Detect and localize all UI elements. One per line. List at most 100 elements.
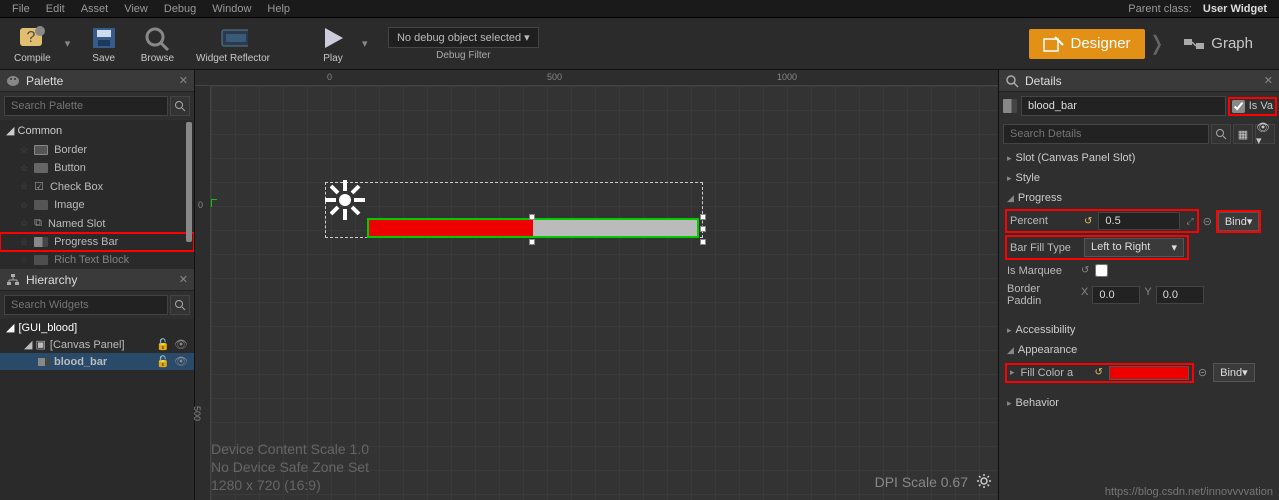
save-button[interactable]: Save bbox=[81, 22, 127, 66]
hierarchy-canvas-panel[interactable]: ◢ ▣ [Canvas Panel]🔓👁 bbox=[0, 336, 194, 353]
progress-bar-widget[interactable] bbox=[367, 218, 699, 238]
fill-type-select[interactable]: Left to Right▾ bbox=[1084, 238, 1184, 257]
hierarchy-root[interactable]: ◢ [GUI_blood] bbox=[0, 319, 194, 336]
palette-item-image[interactable]: ☆Image bbox=[0, 196, 194, 214]
guide-v bbox=[211, 199, 212, 207]
palette-close[interactable]: ✕ bbox=[179, 74, 188, 87]
viewport-footer: Device Content Scale 1.0 No Device Safe … bbox=[211, 440, 369, 494]
palette-group-common[interactable]: ◢ Common bbox=[0, 120, 194, 141]
hierarchy-blood-bar[interactable]: blood_bar🔓👁 bbox=[0, 353, 194, 370]
fill-color-reset[interactable]: ↺ bbox=[1095, 367, 1103, 378]
category-behavior[interactable]: Behavior bbox=[999, 393, 1279, 413]
palette-icon bbox=[6, 74, 20, 88]
compile-dropdown[interactable]: ▾ bbox=[65, 37, 75, 50]
play-dropdown[interactable]: ▾ bbox=[362, 37, 372, 50]
category-accessibility[interactable]: Accessibility bbox=[999, 320, 1279, 340]
svg-text:?: ? bbox=[27, 29, 36, 46]
category-slot[interactable]: Slot (Canvas Panel Slot) bbox=[999, 148, 1279, 168]
handle-e[interactable] bbox=[700, 226, 706, 232]
browse-button[interactable]: Browse bbox=[133, 22, 182, 66]
designer-icon bbox=[1043, 35, 1065, 53]
designer-viewport[interactable]: 0 500 1000 0 500 Zoom -3 -293 x -114 🌐 N… bbox=[194, 70, 999, 500]
fill-type-label: Bar Fill Type bbox=[1010, 242, 1078, 254]
progress-fill bbox=[369, 220, 533, 236]
handle-ne[interactable] bbox=[700, 214, 706, 220]
details-search-input[interactable] bbox=[1003, 124, 1209, 144]
hierarchy-search-button[interactable] bbox=[170, 295, 190, 315]
menu-help[interactable]: Help bbox=[259, 3, 298, 15]
marquee-reset[interactable]: ↺ bbox=[1081, 265, 1089, 276]
ruler-horizontal: 0 500 1000 bbox=[195, 70, 998, 86]
hierarchy-close[interactable]: ✕ bbox=[179, 273, 188, 286]
play-button[interactable]: Play bbox=[310, 22, 356, 66]
anchor-icon[interactable] bbox=[323, 178, 367, 222]
save-icon bbox=[90, 25, 118, 51]
details-eye-button[interactable]: 👁▾ bbox=[1255, 124, 1275, 144]
fill-color-bind-button[interactable]: Bind▾ bbox=[1213, 363, 1255, 382]
menu-window[interactable]: Window bbox=[204, 3, 259, 15]
parent-class-label: Parent class: User Widget bbox=[1112, 3, 1275, 15]
debug-filter-label: Debug Filter bbox=[436, 50, 490, 61]
compile-button[interactable]: ? Compile bbox=[6, 22, 59, 66]
palette-item-border[interactable]: ☆Border bbox=[0, 141, 194, 159]
percent-label: Percent bbox=[1010, 215, 1078, 227]
widget-reflector-button[interactable]: Widget Reflector bbox=[188, 22, 278, 66]
palette-item-progress-bar[interactable]: ☆Progress Bar bbox=[0, 233, 194, 251]
details-icon bbox=[1005, 74, 1019, 88]
palette-search-input[interactable] bbox=[4, 96, 168, 116]
ruler-vertical: 0 500 bbox=[195, 86, 211, 500]
palette-item-button[interactable]: ☆Button bbox=[0, 159, 194, 177]
percent-bind-button[interactable]: Bind▾ bbox=[1218, 212, 1260, 231]
is-variable-checkbox[interactable]: Is Va bbox=[1230, 99, 1275, 114]
menu-file[interactable]: File bbox=[4, 3, 38, 15]
hierarchy-search-input[interactable] bbox=[4, 295, 168, 315]
eye-icon[interactable]: 👁 bbox=[174, 338, 188, 351]
graph-tab[interactable]: Graph bbox=[1169, 29, 1267, 59]
details-view-button[interactable]: ▦ bbox=[1233, 124, 1253, 144]
border-pad-y[interactable] bbox=[1156, 286, 1204, 304]
menu-debug[interactable]: Debug bbox=[156, 3, 204, 15]
hierarchy-header: Hierarchy ✕ bbox=[0, 269, 194, 291]
details-header: Details ✕ bbox=[999, 70, 1279, 92]
palette-item-checkbox[interactable]: ☆☑Check Box bbox=[0, 177, 194, 196]
menu-view[interactable]: View bbox=[116, 3, 156, 15]
handle-n[interactable] bbox=[529, 214, 535, 220]
eye-icon[interactable]: 👁 bbox=[174, 355, 188, 368]
graph-icon bbox=[1183, 35, 1205, 53]
details-search-button[interactable] bbox=[1211, 124, 1231, 144]
menu-asset[interactable]: Asset bbox=[73, 3, 117, 15]
handle-s[interactable] bbox=[529, 239, 535, 245]
viewport-settings-button[interactable] bbox=[976, 473, 992, 492]
lock-icon[interactable]: 🔓 bbox=[156, 338, 170, 351]
dpi-scale: DPI Scale 0.67 bbox=[875, 474, 968, 490]
compile-icon: ? bbox=[17, 25, 47, 51]
border-pad-x[interactable] bbox=[1092, 286, 1140, 304]
handle-se[interactable] bbox=[700, 239, 706, 245]
palette-item-rich-text[interactable]: ☆Rich Text Block bbox=[0, 251, 194, 269]
lock-icon[interactable]: 🔓 bbox=[156, 355, 170, 368]
percent-reset[interactable]: ↺ bbox=[1084, 216, 1092, 227]
menu-edit[interactable]: Edit bbox=[38, 3, 73, 15]
fill-color-swatch[interactable] bbox=[1109, 366, 1189, 380]
category-progress[interactable]: Progress bbox=[999, 188, 1279, 208]
fill-color-label: Fill Color a bbox=[1021, 367, 1089, 379]
category-style[interactable]: Style bbox=[999, 168, 1279, 188]
details-close[interactable]: ✕ bbox=[1264, 74, 1273, 87]
browse-icon bbox=[143, 25, 171, 51]
widget-type-icon bbox=[1003, 99, 1017, 113]
hierarchy-icon bbox=[6, 273, 20, 287]
designer-tab[interactable]: Designer bbox=[1029, 29, 1145, 59]
palette-item-named-slot[interactable]: ☆⧉Named Slot bbox=[0, 214, 194, 233]
parent-class-link[interactable]: User Widget bbox=[1203, 3, 1267, 15]
marquee-label: Is Marquee bbox=[1007, 265, 1075, 277]
palette-scrollbar[interactable] bbox=[186, 122, 192, 242]
category-appearance[interactable]: Appearance bbox=[999, 340, 1279, 360]
debug-object-select[interactable]: No debug object selected ▾ bbox=[388, 27, 539, 48]
palette-header: Palette ✕ bbox=[0, 70, 194, 92]
toolbar: ? Compile ▾ Save Browse Widget Reflector… bbox=[0, 18, 1279, 70]
widget-name-input[interactable] bbox=[1021, 96, 1226, 116]
palette-search-button[interactable] bbox=[170, 96, 190, 116]
play-icon bbox=[319, 25, 347, 51]
marquee-checkbox[interactable] bbox=[1095, 264, 1108, 277]
percent-input[interactable] bbox=[1098, 212, 1180, 230]
